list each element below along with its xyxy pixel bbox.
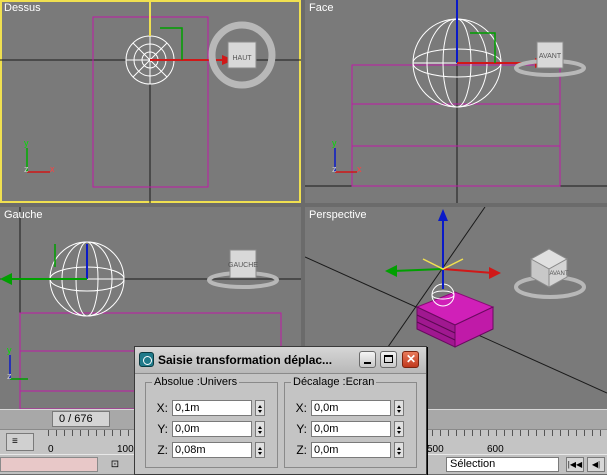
goto-start-icon: |◀◀ <box>567 460 583 469</box>
absolute-world-title: Absolue :Univers <box>152 376 240 388</box>
selection-dropdown-label: Sélection <box>450 458 496 470</box>
maximize-button[interactable] <box>380 351 397 368</box>
axis-tripod-left <box>9 355 28 380</box>
mini-curve-button[interactable]: ≡ <box>6 433 34 451</box>
prev-frame-button[interactable]: ◀| <box>587 457 605 472</box>
absolute-world-group: Absolue :Univers X: Y: Z: <box>145 376 278 468</box>
viewport-top-scene: HAUT y z x <box>0 0 301 203</box>
absolute-y-input[interactable] <box>172 421 252 437</box>
offset-screen-title: Décalage :Ecran <box>291 376 377 388</box>
box-outline-front <box>351 64 561 187</box>
goto-start-button[interactable]: |◀◀ <box>566 457 584 472</box>
frame-counter: 0 / 676 <box>59 413 93 425</box>
axis-z-label-top: z <box>24 164 29 174</box>
app-icon <box>139 352 154 367</box>
axis-x-label-top: x <box>50 164 55 174</box>
absolute-z-spinner[interactable] <box>255 442 265 458</box>
offset-screen-group: Décalage :Ecran X: Y: Z: <box>284 376 417 468</box>
viewcube-front-label: AVANT <box>539 53 562 60</box>
axis-y-label-left: y <box>7 345 12 355</box>
offset-y-spinner[interactable] <box>394 421 404 437</box>
selection-dropdown[interactable]: Sélection <box>446 457 559 472</box>
viewcube-persp-front-label: AVANT <box>549 271 568 277</box>
offset-z-spinner[interactable] <box>394 442 404 458</box>
absolute-x-label: X: <box>156 401 168 415</box>
viewcube-top-label: HAUT <box>232 55 252 62</box>
absolute-z-input[interactable] <box>172 442 252 458</box>
offset-y-input[interactable] <box>311 421 391 437</box>
move-transform-type-in-dialog[interactable]: Saisie transformation déplac... ✕ Absolu… <box>134 346 427 475</box>
time-slider-handle[interactable]: 0 / 676 <box>52 411 110 427</box>
viewport-left-label[interactable]: Gauche <box>4 209 43 221</box>
axis-tripod-front <box>334 148 357 173</box>
axis-z-label-left: z <box>7 371 12 381</box>
minimize-icon <box>364 362 371 364</box>
prev-frame-icon: ◀| <box>591 460 601 469</box>
offset-y-label: Y: <box>296 422 307 436</box>
maximize-icon <box>384 355 393 363</box>
viewport-front-label[interactable]: Face <box>309 2 333 14</box>
axis-y-label-top: y <box>24 138 29 148</box>
dialog-title-bar[interactable]: Saisie transformation déplac... ✕ <box>135 347 426 374</box>
absolute-z-label: Z: <box>157 443 168 457</box>
lock-icon[interactable]: ⊡ <box>108 457 122 472</box>
absolute-y-spinner[interactable] <box>255 421 265 437</box>
close-button[interactable]: ✕ <box>402 351 419 368</box>
viewport-perspective-label[interactable]: Perspective <box>309 209 366 221</box>
absolute-x-input[interactable] <box>172 400 252 416</box>
axis-tripod-top <box>26 148 50 173</box>
max-script-listener[interactable] <box>0 457 98 472</box>
viewcube-left-label: GAUCHE <box>228 262 258 269</box>
viewport-front[interactable]: AVANT y z x Face <box>305 0 607 203</box>
dialog-title: Saisie transformation déplac... <box>158 353 333 367</box>
absolute-y-label: Y: <box>157 422 168 436</box>
axis-y-label-front: y <box>332 138 337 148</box>
box-perspective <box>415 291 495 348</box>
offset-x-label: X: <box>295 401 307 415</box>
absolute-x-spinner[interactable] <box>255 400 265 416</box>
close-icon: ✕ <box>406 352 417 366</box>
axis-x-label-front: x <box>357 164 362 174</box>
move-gizmo <box>385 209 501 289</box>
offset-x-spinner[interactable] <box>394 400 404 416</box>
viewport-top-label[interactable]: Dessus <box>4 2 41 14</box>
viewport-top[interactable]: HAUT y z x Dessus <box>0 0 301 203</box>
offset-z-input[interactable] <box>311 442 391 458</box>
axis-z-label-front: z <box>332 164 337 174</box>
minimize-button[interactable] <box>359 351 376 368</box>
curve-icon: ≡ <box>12 436 18 447</box>
offset-x-input[interactable] <box>311 400 391 416</box>
offset-z-label: Z: <box>296 443 307 457</box>
viewport-front-scene: AVANT y z x <box>305 0 607 203</box>
